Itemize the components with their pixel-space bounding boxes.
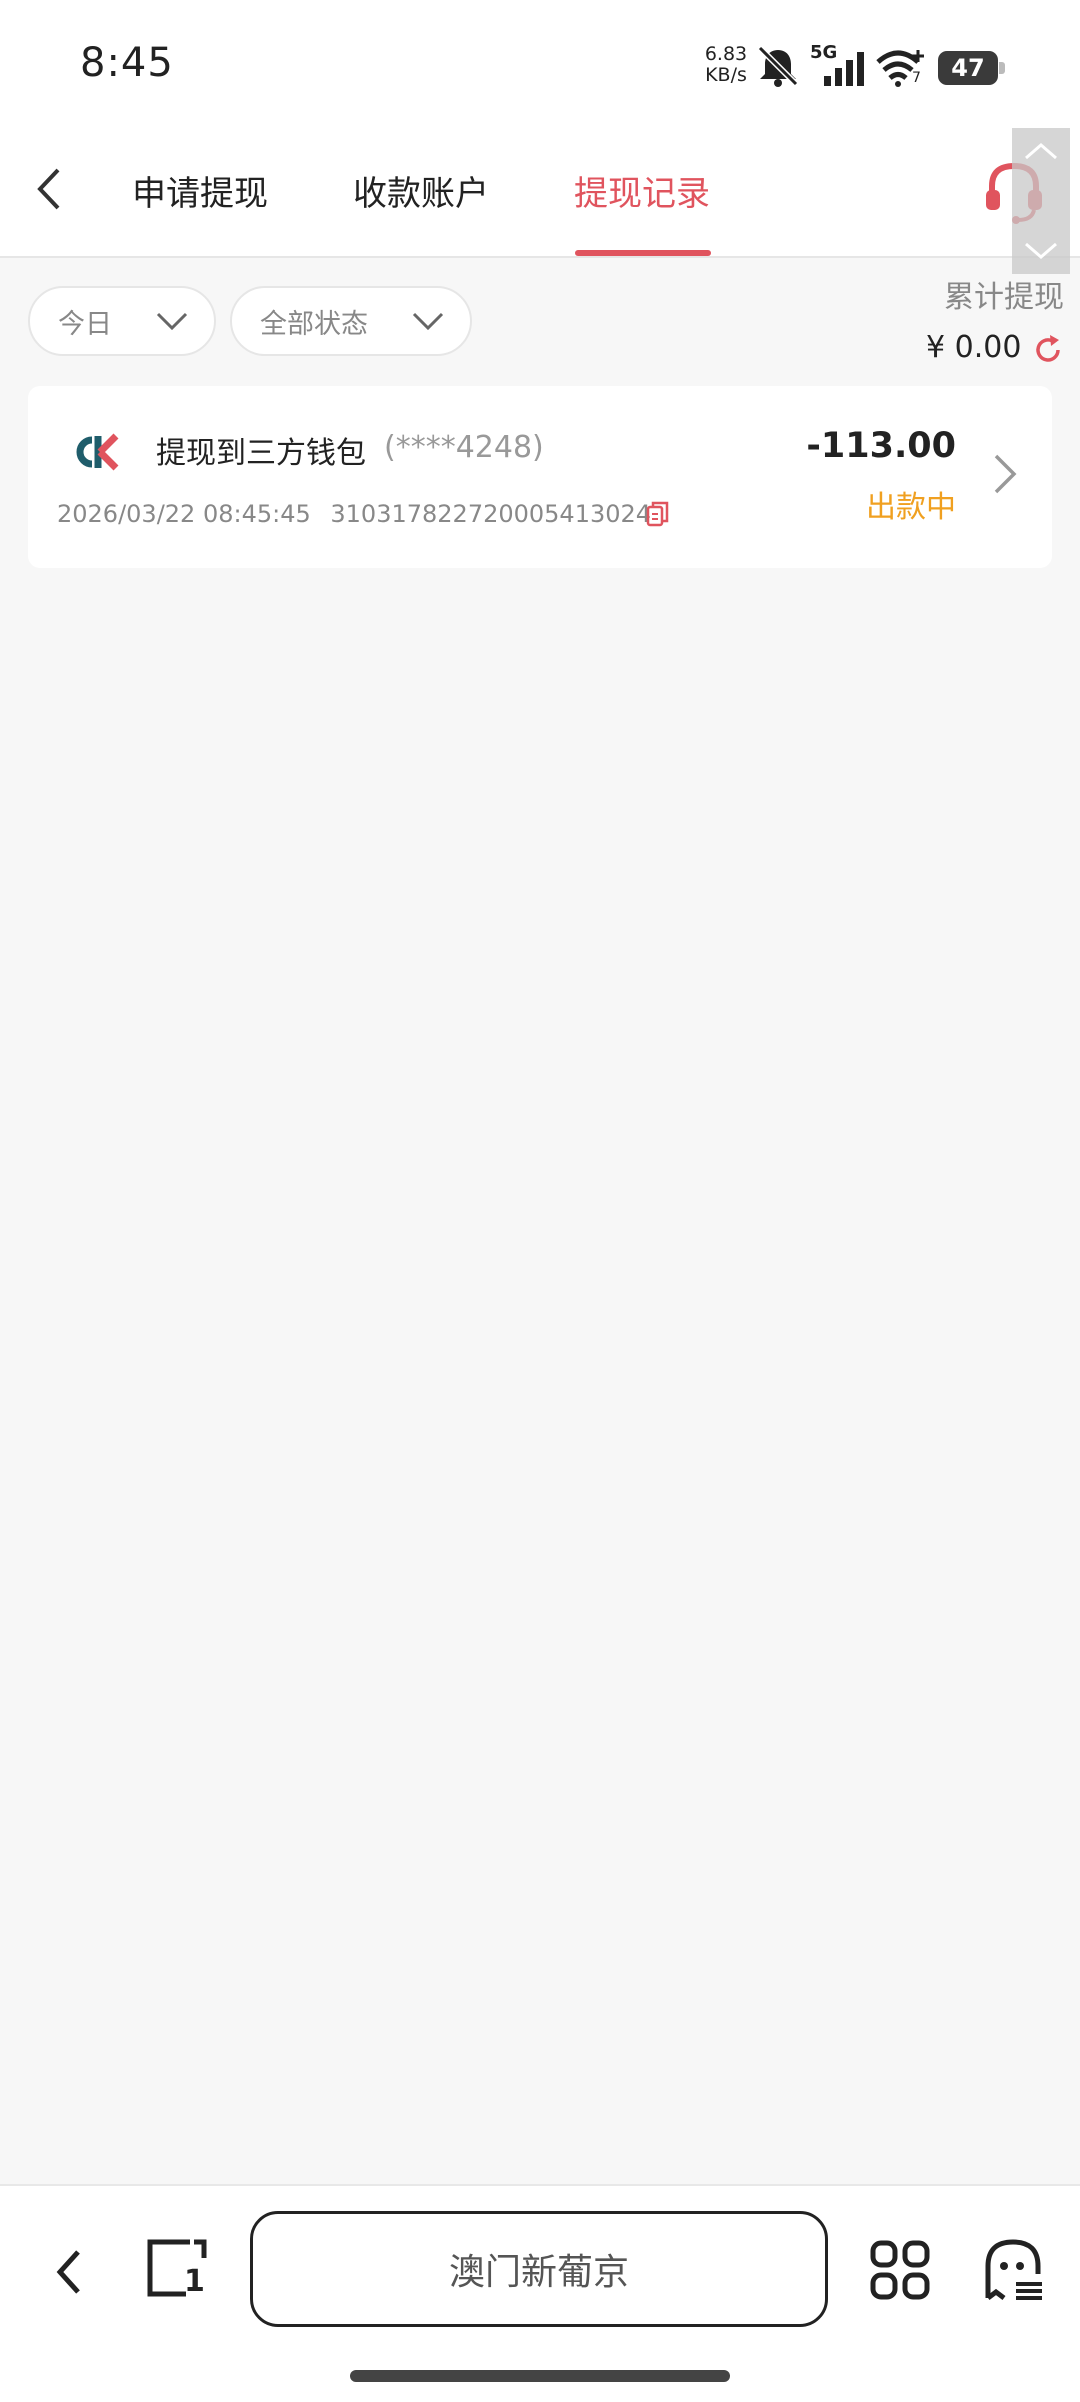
tab-withdraw-records[interactable]: 提现记录	[574, 166, 710, 215]
incognito-ghost-icon[interactable]	[982, 2238, 1044, 2302]
chevron-down-icon	[412, 312, 444, 331]
total-withdraw-value: ¥ 0.00	[926, 330, 1022, 365]
tabs-button[interactable]: 1	[146, 2238, 208, 2300]
status-filter-dropdown[interactable]: 全部状态	[230, 286, 472, 356]
copy-icon[interactable]	[646, 500, 670, 528]
tab-count: 1	[184, 2264, 205, 2299]
tab-payee-account[interactable]: 收款账户	[353, 166, 489, 215]
chevron-down-icon	[156, 312, 188, 331]
home-indicator[interactable]	[350, 2370, 730, 2382]
page-scroll-control[interactable]	[1012, 128, 1070, 274]
status-filter-value: 全部状态	[260, 308, 368, 340]
wifi-badge: 7	[912, 70, 921, 86]
active-tab-indicator	[575, 250, 711, 256]
refresh-icon[interactable]	[1032, 334, 1064, 366]
apps-grid-icon[interactable]	[870, 2240, 930, 2300]
record-order-no: 310317822720005413024	[330, 500, 652, 528]
wallet-brand-logo	[76, 433, 119, 471]
scroll-arrows-icon	[1025, 143, 1057, 259]
date-filter-dropdown[interactable]: 今日	[28, 286, 216, 356]
status-time: 8:45	[80, 40, 174, 86]
address-bar[interactable]: 澳门新葡京	[250, 2211, 828, 2327]
record-status: 出款中	[866, 490, 956, 525]
record-title: 提现到三方钱包	[156, 436, 366, 471]
battery-icon: 47	[938, 51, 1005, 85]
record-meta: 2026/03/22 08:45:45 31031782272000541302…	[57, 500, 651, 528]
total-withdraw-label: 累计提现	[944, 280, 1064, 315]
signal-icon	[824, 52, 864, 86]
page-title: 澳门新葡京	[448, 2252, 629, 2293]
bell-muted-icon	[757, 45, 799, 87]
browser-back-icon[interactable]	[50, 2244, 90, 2300]
record-datetime: 2026/03/22 08:45:45	[57, 500, 311, 528]
withdraw-record-card[interactable]	[28, 386, 1052, 568]
record-account-masked: (****4248)	[384, 430, 544, 465]
net-speed: 6.83 KB/s	[704, 43, 748, 86]
record-amount: -113.00	[806, 426, 956, 466]
back-arrow-icon[interactable]	[24, 162, 78, 216]
date-filter-value: 今日	[58, 308, 112, 340]
chevron-right-icon[interactable]	[990, 452, 1020, 496]
tab-apply-withdraw[interactable]: 申请提现	[132, 166, 268, 215]
